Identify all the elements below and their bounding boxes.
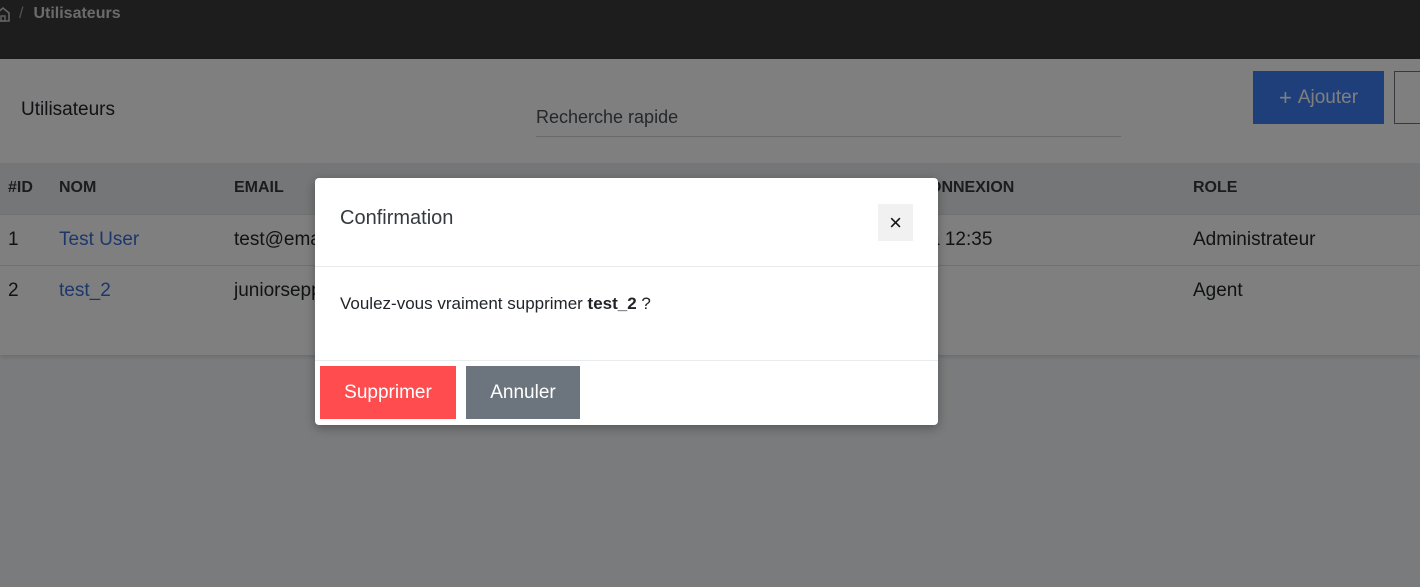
- modal-header: Confirmation ×: [315, 178, 938, 267]
- modal-footer: Supprimer Annuler: [315, 361, 938, 425]
- modal-message: Voulez-vous vraiment supprimer test_2 ?: [340, 294, 651, 314]
- message-suffix: ?: [636, 294, 651, 313]
- message-target: test_2: [587, 294, 637, 313]
- message-prefix: Voulez-vous vraiment supprimer: [340, 294, 588, 313]
- modal-title: Confirmation: [340, 207, 454, 229]
- cancel-button[interactable]: Annuler: [466, 366, 580, 419]
- close-icon[interactable]: ×: [878, 204, 913, 241]
- confirmation-modal: Confirmation × Voulez-vous vraiment supp…: [315, 178, 938, 425]
- delete-button[interactable]: Supprimer: [320, 366, 456, 419]
- modal-body: Voulez-vous vraiment supprimer test_2 ?: [315, 267, 938, 361]
